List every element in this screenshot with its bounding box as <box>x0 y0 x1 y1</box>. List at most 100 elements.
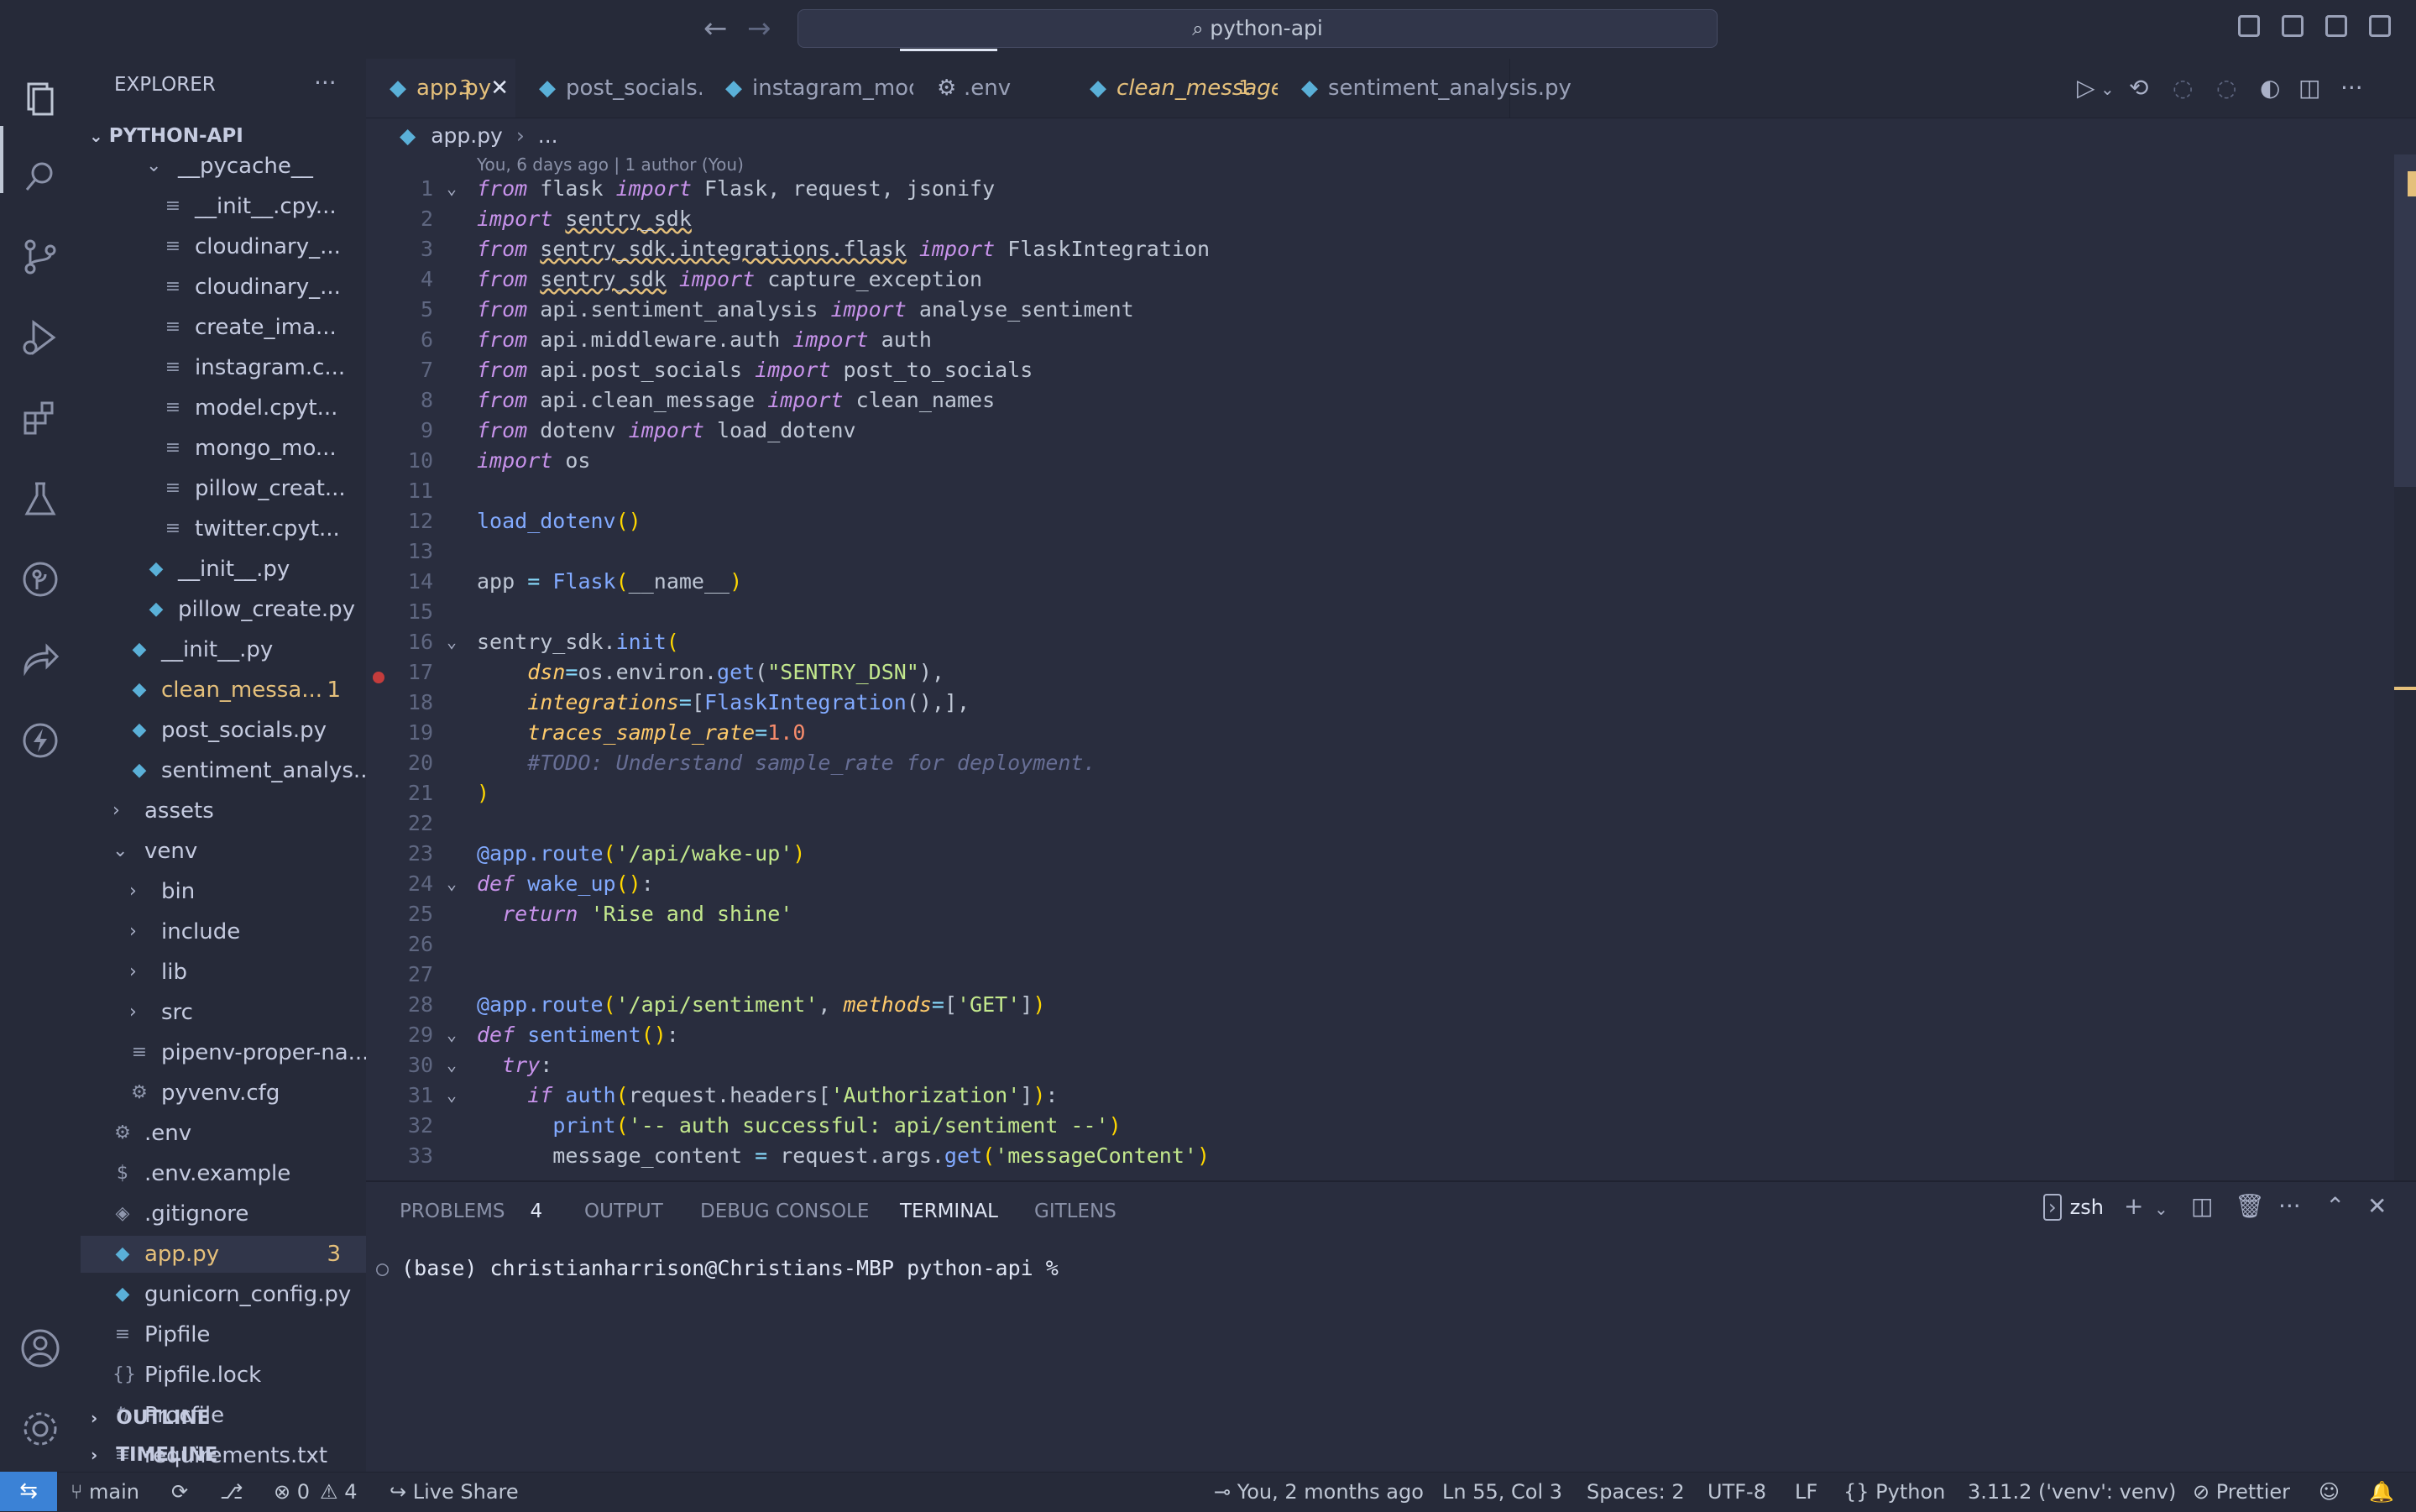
fold-chevron-icon[interactable]: ⌄ <box>447 1024 457 1044</box>
editor-tab[interactable]: ◆ clean_message.py 1 <box>1066 59 1318 118</box>
sync-icon[interactable]: ⟳ <box>171 1473 188 1512</box>
tree-file[interactable]: ◆ gunicorn_config.py <box>81 1276 366 1313</box>
source-control-icon[interactable] <box>17 233 64 280</box>
editor-tab[interactable]: ◆ sentiment_analysis.py <box>1278 59 1571 118</box>
tree-file[interactable]: ≡ mongo_mo... <box>81 430 366 467</box>
breakpoint-icon[interactable] <box>373 672 384 683</box>
code-line[interactable]: integrations=[FlaskIntegration(),], <box>477 690 970 714</box>
git-blame-indicator[interactable]: ⊸ You, 2 months ago <box>1214 1473 1424 1512</box>
prettier-formatter[interactable]: ⊘ Prettier <box>2193 1473 2290 1512</box>
tree-file[interactable]: ≡ cloudinary_... <box>81 269 366 306</box>
new-terminal-icon[interactable]: + <box>2124 1192 2143 1220</box>
code-line[interactable]: def wake_up(): <box>477 871 654 896</box>
breadcrumb-file[interactable]: app.py <box>431 123 503 148</box>
code-line[interactable]: from api.clean_message import clean_name… <box>477 388 995 412</box>
code-line[interactable]: dsn=os.environ.get("SENTRY_DSN"), <box>477 660 944 684</box>
tree-file[interactable]: ≡ cloudinary_... <box>81 228 366 265</box>
editor-tab[interactable]: ◆ post_socials.py <box>515 59 731 118</box>
tab-output[interactable]: OUTPUT <box>584 1201 663 1222</box>
cursor-position[interactable]: Ln 55, Col 3 <box>1442 1473 1562 1512</box>
tree-file[interactable]: ≡ model.cpyt... <box>81 390 366 426</box>
more-actions-icon[interactable]: ··· <box>2278 1192 2301 1220</box>
code-line[interactable]: app = Flask(__name__) <box>477 569 742 594</box>
tree-file[interactable]: ◆ __init__.py <box>81 551 366 588</box>
terminal-shell-selector[interactable]: › zsh <box>2043 1192 2104 1221</box>
code-line[interactable]: def sentiment(): <box>477 1023 679 1047</box>
tree-file[interactable]: ≡ instagram.c... <box>81 349 366 386</box>
code-line[interactable]: return 'Rise and shine' <box>477 902 792 926</box>
open-changes-icon[interactable]: ⟲ <box>2129 74 2148 102</box>
close-panel-icon[interactable]: ✕ <box>2367 1192 2387 1220</box>
gitlens-inspect-icon[interactable]: ◐ <box>2260 74 2280 102</box>
code-line[interactable]: from flask import Flask, request, jsonif… <box>477 176 995 201</box>
live-share-icon[interactable] <box>17 636 64 683</box>
back-arrow-icon[interactable]: ← <box>703 13 728 44</box>
problems-indicator[interactable]: ⊗ 0 ⚠ 4 <box>274 1473 357 1512</box>
editor-tab[interactable]: ⚙ .env <box>913 59 1074 118</box>
code-line[interactable]: ) <box>477 781 489 805</box>
tree-file[interactable]: ◆ pillow_create.py <box>81 591 366 628</box>
account-icon[interactable] <box>17 1325 64 1372</box>
next-change-icon[interactable]: ◌ <box>2216 74 2236 102</box>
gitlens-graph-icon[interactable]: ⎇ <box>220 1473 243 1512</box>
tab-debug-console[interactable]: DEBUG CONSOLE <box>700 1201 869 1222</box>
feedback-icon[interactable]: ☺ <box>2319 1473 2340 1512</box>
tree-file[interactable]: ◆ clean_messa... 1 <box>81 672 366 709</box>
split-editor-icon[interactable]: ◫ <box>2298 74 2320 102</box>
explorer-icon[interactable] <box>17 76 64 123</box>
command-center-search[interactable]: ⌕ python-api <box>797 9 1718 48</box>
terminal-dropdown-chevron-icon[interactable]: ⌄ <box>2154 1199 2168 1219</box>
code-line[interactable]: from dotenv import load_dotenv <box>477 418 856 442</box>
tab-problems[interactable]: PROBLEMS 4 <box>400 1201 542 1222</box>
split-terminal-icon[interactable]: ◫ <box>2191 1192 2213 1220</box>
code-line[interactable]: print('-- auth successful: api/sentiment… <box>477 1113 1121 1138</box>
search-icon[interactable] <box>17 153 64 200</box>
python-interpreter[interactable]: 3.11.2 ('venv': venv) <box>1968 1473 2176 1512</box>
fold-chevron-icon[interactable]: ⌄ <box>447 178 457 198</box>
extensions-icon[interactable] <box>17 395 64 442</box>
code-line[interactable]: from sentry_sdk import capture_exception <box>477 267 982 291</box>
outline-section[interactable]: › OUTLINE <box>81 1400 366 1436</box>
tab-terminal[interactable]: TERMINAL <box>900 1201 998 1222</box>
code-line[interactable]: import os <box>477 448 590 473</box>
fold-chevron-icon[interactable]: ⌄ <box>447 1054 457 1075</box>
tree-folder[interactable]: › src <box>81 994 366 1031</box>
code-line[interactable]: traces_sample_rate=1.0 <box>477 720 805 745</box>
code-line[interactable]: @app.route('/api/sentiment', methods=['G… <box>477 992 1045 1017</box>
live-share-button[interactable]: ↪ Live Share <box>390 1473 519 1512</box>
code-line[interactable]: #TODO: Understand sample_rate for deploy… <box>477 751 1096 775</box>
tree-file[interactable]: ≡ twitter.cpyt... <box>81 510 366 547</box>
tree-folder[interactable]: › lib <box>81 954 366 991</box>
tree-file[interactable]: ≡ __init__.cpy... <box>81 188 366 225</box>
previous-change-icon[interactable]: ◌ <box>2173 74 2193 102</box>
code-line[interactable]: from api.middleware.auth import auth <box>477 327 932 352</box>
close-tab-icon[interactable]: ✕ <box>490 59 509 118</box>
lightning-icon[interactable] <box>17 717 64 764</box>
run-dropdown-chevron-icon[interactable]: ⌄ <box>2100 79 2115 99</box>
tree-file[interactable]: ◈ .gitignore <box>81 1195 366 1232</box>
more-actions-icon[interactable]: ··· <box>314 69 337 97</box>
terminal-prompt[interactable]: ○ (base) christianharrison@Christians-MB… <box>376 1256 1071 1280</box>
encoding[interactable]: UTF-8 <box>1707 1473 1766 1512</box>
tree-file[interactable]: ◆ sentiment_analys... <box>81 752 366 789</box>
tree-file[interactable]: ◆ app.py 3 <box>81 1236 366 1273</box>
tree-file[interactable]: $ .env.example <box>81 1155 366 1192</box>
tree-file[interactable]: ⚙ pyvenv.cfg <box>81 1075 366 1112</box>
tree-file[interactable]: ⚙ .env <box>81 1115 366 1152</box>
code-line[interactable]: load_dotenv() <box>477 509 641 533</box>
editor-tab[interactable]: ◆ instagram_model.py <box>702 59 975 118</box>
tab-gitlens[interactable]: GITLENS <box>1034 1201 1116 1222</box>
indentation[interactable]: Spaces: 2 <box>1587 1473 1685 1512</box>
code-line[interactable]: from sentry_sdk.integrations.flask impor… <box>477 237 1210 261</box>
gitlens-icon[interactable] <box>17 556 64 603</box>
code-line[interactable]: message_content = request.args.get('mess… <box>477 1143 1210 1168</box>
tree-folder[interactable]: › assets <box>81 793 366 829</box>
code-line[interactable]: import sentry_sdk <box>477 207 692 231</box>
code-line[interactable]: try: <box>477 1053 552 1077</box>
customize-layout-icon[interactable] <box>2369 15 2391 37</box>
run-python-file-icon[interactable]: ▷ <box>2077 74 2095 102</box>
code-line[interactable]: from api.sentiment_analysis import analy… <box>477 297 1134 322</box>
maximize-panel-chevron-up-icon[interactable]: ⌃ <box>2325 1192 2345 1220</box>
language-mode[interactable]: {} Python <box>1843 1473 1945 1512</box>
toggle-panel-icon[interactable] <box>2282 15 2304 37</box>
